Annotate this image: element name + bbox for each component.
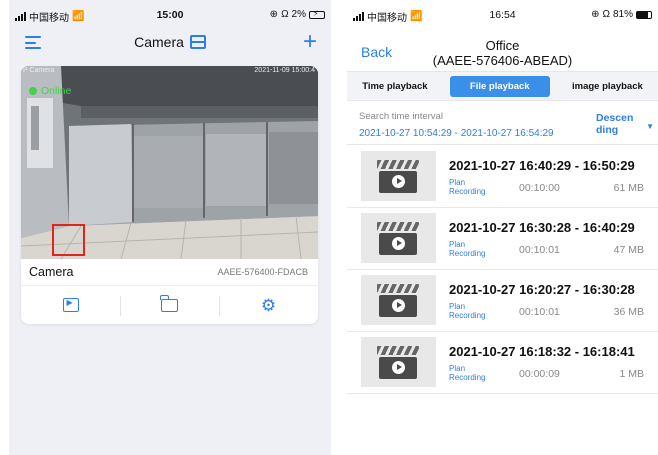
sort-order-button[interactable]: Descen ding	[596, 112, 640, 136]
tab-file-playback[interactable]: File playback	[449, 75, 550, 97]
online-status: Online	[29, 85, 71, 97]
video-thumbnail-icon	[361, 275, 436, 325]
files-button[interactable]	[120, 286, 219, 324]
recording-size: 36 MB	[613, 306, 644, 318]
battery-percent: 81%	[612, 9, 633, 20]
alarm-icon: ⊕	[591, 9, 600, 20]
recording-item[interactable]: 2021-10-27 16:20:27 - 16:30:28 Plan Reco…	[347, 270, 658, 332]
recording-duration: 00:10:01	[519, 306, 560, 318]
folder-icon	[160, 294, 178, 312]
camera-card[interactable]: P Camera 2021-11-09 15:00:4 Online Camer…	[21, 66, 318, 324]
recording-time: 2021-10-27 16:30:28 - 16:40:29	[449, 220, 635, 235]
online-dot-icon	[29, 87, 37, 95]
camera-preview[interactable]: P Camera 2021-11-09 15:00:4 Online	[21, 66, 318, 259]
recording-time: 2021-10-27 16:40:29 - 16:50:29	[449, 158, 635, 173]
recording-type: Plan Recording	[449, 302, 486, 320]
recording-size: 1 MB	[619, 368, 644, 380]
top-nav: Back Office (AAEE-576406-ABEAD)	[347, 24, 658, 70]
camera-action-bar: ⚙	[21, 285, 318, 324]
tab-time-playback[interactable]: Time playback	[354, 76, 435, 97]
online-status-label: Online	[41, 85, 72, 97]
recording-duration: 00:10:01	[519, 244, 560, 256]
search-interval-range[interactable]: 2021-10-27 10:54:29 - 2021-10-27 16:54:2…	[359, 128, 554, 139]
video-thumbnail-icon	[361, 213, 436, 263]
page-title: Office (AAEE-576406-ABEAD)	[347, 38, 658, 68]
file-playback-screen: 中国移动 📶 16:54 ⊕ Ω 81% Back Office (AAEE-5…	[347, 0, 658, 455]
recording-type: Plan Recording	[449, 240, 486, 258]
search-interval-label: Search time interval	[359, 111, 443, 122]
battery-percent: 2%	[291, 9, 306, 20]
search-interval[interactable]: Search time interval 2021-10-27 10:54:29…	[347, 103, 658, 145]
playback-icon	[62, 298, 79, 312]
nav-title-group: Camera	[9, 34, 331, 50]
video-thumbnail-icon	[361, 151, 436, 201]
camera-name: Camera	[29, 265, 74, 279]
camera-overlay-timestamp: 2021-11-09 15:00:4	[254, 67, 315, 74]
headphones-icon: Ω	[602, 9, 610, 20]
recording-time: 2021-10-27 16:18:32 - 16:18:41	[449, 344, 635, 359]
playback-tabs: Time playback File playback image playba…	[347, 71, 658, 101]
recording-type: Plan Recording	[449, 178, 486, 196]
status-right: ⊕ Ω 81%	[591, 9, 652, 20]
highlight-box	[52, 224, 85, 256]
status-right: ⊕ Ω 2%	[270, 9, 325, 20]
recording-time: 2021-10-27 16:20:27 - 16:30:28	[449, 282, 635, 297]
headphones-icon: Ω	[281, 9, 289, 20]
status-bar: 中国移动 📶 15:00 ⊕ Ω 2%	[9, 0, 331, 28]
battery-icon	[636, 10, 652, 19]
recording-list: 2021-10-27 16:40:29 - 16:50:29 Plan Reco…	[347, 146, 658, 394]
list-view-icon[interactable]	[189, 35, 206, 49]
recording-duration: 00:00:09	[519, 368, 560, 380]
page-title-line1: Office	[485, 38, 520, 53]
tab-image-playback[interactable]: image playback	[564, 76, 651, 97]
recording-type: Plan Recording	[449, 364, 486, 382]
recording-size: 61 MB	[613, 182, 644, 194]
sort-caret-icon: ▼	[646, 122, 654, 131]
camera-list-screen: 中国移动 📶 15:00 ⊕ Ω 2% Camera +	[9, 0, 331, 455]
camera-device-id: AAEE-576400-FDACB	[217, 267, 308, 277]
recording-size: 47 MB	[613, 244, 644, 256]
recording-item[interactable]: 2021-10-27 16:18:32 - 16:18:41 Plan Reco…	[347, 332, 658, 394]
video-thumbnail-icon	[361, 337, 436, 387]
page-title: Camera	[134, 34, 184, 50]
settings-button[interactable]: ⚙	[219, 286, 318, 324]
page-title-line2: (AAEE-576406-ABEAD)	[432, 53, 573, 68]
settings-gear-icon: ⚙	[260, 295, 277, 315]
alarm-icon: ⊕	[269, 9, 279, 20]
camera-overlay-tag: P Camera	[23, 67, 55, 74]
recording-item[interactable]: 2021-10-27 16:30:28 - 16:40:29 Plan Reco…	[347, 208, 658, 270]
top-nav: Camera +	[9, 28, 331, 58]
battery-charging-icon	[309, 9, 325, 19]
camera-info-row: Camera AAEE-576400-FDACB	[21, 259, 318, 285]
add-device-button[interactable]: +	[303, 30, 317, 54]
playback-button[interactable]	[21, 286, 120, 324]
recording-item[interactable]: 2021-10-27 16:40:29 - 16:50:29 Plan Reco…	[347, 146, 658, 208]
recording-duration: 00:10:00	[519, 182, 560, 194]
